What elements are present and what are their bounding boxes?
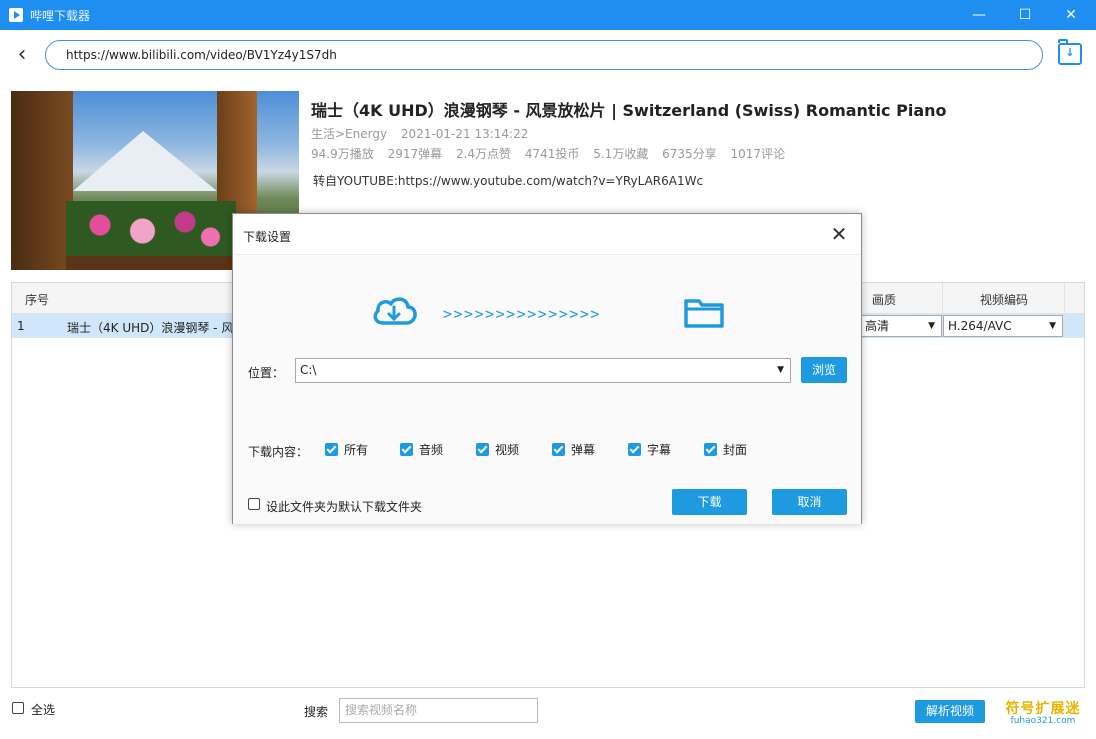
stat-coins: 4741投币 — [524, 147, 580, 161]
dialog-body: >>>>>>>>>>>>>>> 位置： C:\ ▼ 浏览 下载内容： 所有 音频… — [233, 254, 861, 524]
column-divider — [942, 283, 943, 313]
stat-danmaku: 2917弹幕 — [387, 147, 443, 161]
stat-favorites: 5.1万收藏 — [593, 147, 649, 161]
option-cover-checkbox[interactable]: 封面 — [704, 441, 747, 457]
header-codec[interactable]: 视频编码 — [980, 291, 1028, 308]
video-meta: 生活>Energy 2021-01-21 13:14:22 — [311, 125, 538, 142]
checkbox-checked-icon — [476, 443, 489, 456]
stat-plays: 94.9万播放 — [311, 147, 374, 161]
header-seq[interactable]: 序号 — [25, 291, 49, 308]
cancel-button[interactable]: 取消 — [772, 489, 847, 515]
column-divider — [1064, 283, 1065, 313]
dialog-close-icon[interactable]: ✕ — [827, 222, 851, 246]
location-label: 位置： — [248, 366, 285, 380]
watermark-logo: 符号扩展迷 fuhao321.com — [998, 698, 1088, 732]
chevron-down-icon: ▼ — [777, 365, 784, 375]
header-quality[interactable]: 画质 — [872, 291, 896, 308]
video-stats: 94.9万播放 2917弹幕 2.4万点赞 4741投币 5.1万收藏 6735… — [311, 145, 795, 162]
parse-video-button[interactable]: 解析视频 — [915, 700, 985, 723]
url-input[interactable]: https://www.bilibili.com/video/BV1Yz4y1S… — [45, 40, 1043, 70]
option-audio-checkbox[interactable]: 音频 — [400, 441, 443, 457]
search-label: 搜索 — [304, 705, 329, 719]
checkbox-checked-icon — [552, 443, 565, 456]
checkbox-checked-icon — [628, 443, 641, 456]
location-select[interactable]: C:\ ▼ — [295, 358, 791, 383]
download-arrow-icon: ↓ — [1065, 46, 1075, 59]
chevron-down-icon: ▼ — [928, 321, 935, 331]
option-subtitle-checkbox[interactable]: 字幕 — [628, 441, 671, 457]
codec-select[interactable]: H.264/AVC ▼ — [943, 315, 1063, 337]
row-seq: 1 — [17, 319, 25, 333]
quality-value: 高清 — [865, 319, 890, 333]
stat-likes: 2.4万点赞 — [455, 147, 512, 161]
checkbox-checked-icon — [400, 443, 413, 456]
default-folder-checkbox[interactable] — [248, 498, 260, 510]
select-all-checkbox[interactable] — [12, 702, 24, 714]
stat-shares: 6735分享 — [662, 147, 717, 161]
dialog-title: 下载设置 — [243, 230, 292, 244]
video-date: 2021-01-21 13:14:22 — [400, 127, 529, 141]
location-value: C:\ — [300, 363, 317, 377]
codec-value: H.264/AVC — [948, 319, 1012, 333]
quality-select[interactable]: 高清 ▼ — [860, 315, 942, 337]
back-arrow-icon[interactable]: ‹ — [10, 44, 34, 68]
transfer-arrows: >>>>>>>>>>>>>>> — [443, 305, 601, 323]
folder-icon — [684, 299, 724, 328]
stat-comments: 1017评论 — [730, 147, 786, 161]
download-folder-icon[interactable]: ↓ — [1058, 39, 1082, 65]
title-bar: 哔哩下载器 — ☐ ✕ — [0, 0, 1096, 30]
minimize-icon[interactable]: — — [964, 5, 994, 25]
checkbox-checked-icon — [325, 443, 338, 456]
close-window-icon[interactable]: ✕ — [1056, 5, 1086, 25]
video-title: 瑞士（4K UHD）浪漫钢琴 - 风景放松片 | Switzerland (Sw… — [311, 101, 947, 120]
search-input[interactable]: 搜索视频名称 — [339, 698, 538, 723]
watermark-url: fuhao321.com — [1010, 716, 1076, 726]
option-all-checkbox[interactable]: 所有 — [325, 441, 368, 457]
option-video-checkbox[interactable]: 视频 — [476, 441, 519, 457]
download-content-label: 下载内容： — [248, 445, 309, 459]
checkbox-checked-icon — [704, 443, 717, 456]
row-title: 瑞士（4K UHD）浪漫钢琴 - 风 — [67, 321, 234, 335]
video-category: 生活>Energy — [311, 127, 388, 141]
window-title: 哔哩下载器 — [30, 9, 91, 23]
download-settings-dialog: 下载设置 ✕ >>>>>>>>>>>>>>> 位置： C:\ ▼ 浏览 下载内容… — [232, 213, 862, 524]
cloud-download-icon — [373, 297, 417, 325]
maximize-icon[interactable]: ☐ — [1010, 5, 1040, 25]
chevron-down-icon: ▼ — [1049, 321, 1056, 331]
watermark-text: 符号扩展迷 — [1005, 701, 1081, 717]
default-folder-label[interactable]: 设此文件夹为默认下载文件夹 — [266, 498, 422, 515]
download-button[interactable]: 下载 — [672, 489, 747, 515]
option-danmaku-checkbox[interactable]: 弹幕 — [552, 441, 595, 457]
select-all-label[interactable]: 全选 — [31, 701, 55, 718]
video-description: 转自YOUTUBE:https://www.youtube.com/watch?… — [313, 174, 704, 188]
browse-button[interactable]: 浏览 — [801, 357, 847, 383]
app-logo-icon — [9, 8, 23, 22]
